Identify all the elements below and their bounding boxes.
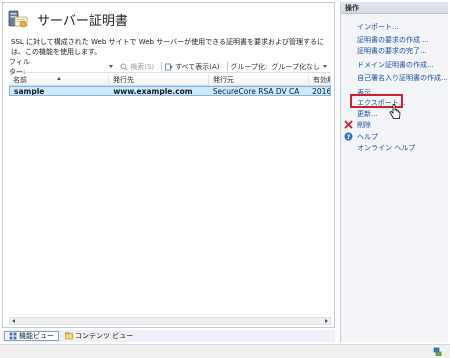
actions-header: 操作 (341, 2, 448, 14)
status-bar (0, 344, 450, 358)
toolbar-separator (161, 62, 163, 71)
tab-features-view[interactable]: 機能ビュー (4, 331, 59, 341)
table-row[interactable]: sample www.example.com SecureCore RSA DV… (9, 86, 331, 96)
cell-issued-by: SecureCore RSA DV CA (212, 87, 300, 95)
chevron-down-icon (109, 65, 114, 68)
sort-ascending-icon (57, 77, 61, 80)
scroll-right-icon[interactable] (325, 319, 328, 323)
server-certificate-icon (7, 8, 29, 30)
hand-cursor-icon (389, 103, 401, 120)
show-all-icon (165, 63, 174, 71)
chevron-down-icon (323, 65, 327, 68)
actions-pane: 操作 インポート... 証明書の要求の作成 ... 証明書の要求の完了... ド… (340, 2, 448, 342)
page-title: サーバー証明書 (37, 13, 128, 29)
certificates-table: 名前 発行先 発行元 有効期 sample www.example.com Se… (9, 75, 331, 96)
filter-input[interactable] (32, 62, 109, 71)
main-pane: サーバー証明書 SSL に対して構成された Web サイトで Web サーバーが… (2, 2, 335, 328)
action-complete-request[interactable]: 証明書の要求の完了... (357, 46, 427, 56)
action-delete[interactable]: 削除 (357, 120, 371, 130)
tab-content-view[interactable]: コンテンツ ビュー (61, 331, 137, 341)
column-header-name[interactable]: 名前 (9, 75, 109, 85)
group-by-dropdown[interactable]: グループ化なし (271, 62, 327, 72)
action-create-self-signed[interactable]: 自己署名入り証明書の作成... (357, 73, 448, 83)
column-header-issued-to[interactable]: 発行先 (109, 75, 209, 85)
view-tabs: 機能ビュー コンテンツ ビュー (2, 330, 335, 342)
cell-expiration: 2016/0 (312, 87, 330, 95)
action-renew[interactable]: 更新... (357, 109, 378, 119)
action-create-request[interactable]: 証明書の要求の作成 ... (357, 35, 429, 45)
scroll-left-icon[interactable] (12, 319, 15, 323)
filter-dropdown-button[interactable] (109, 65, 116, 68)
action-online-help[interactable]: オンライン ヘルプ (357, 143, 415, 153)
content-view-icon (65, 332, 73, 340)
search-button[interactable]: 検索(S) (120, 62, 154, 72)
delete-icon (344, 120, 353, 129)
toolbar-separator (226, 62, 228, 71)
action-help[interactable]: ヘルプ (357, 132, 378, 142)
help-icon: ? (344, 132, 353, 141)
column-header-expiration[interactable]: 有効期 (309, 75, 331, 85)
features-view-icon (9, 332, 17, 340)
action-import[interactable]: インポート... (357, 22, 399, 32)
network-status-icon (433, 347, 442, 356)
cell-issued-to: www.example.com (113, 87, 193, 95)
search-icon (120, 62, 128, 71)
page-description: SSL に対して構成された Web サイトで Web サーバーが使用できる証明書… (11, 38, 325, 56)
cell-name: sample (14, 87, 45, 95)
show-all-button[interactable]: すべて表示(A) (165, 62, 220, 72)
action-create-domain-certificate[interactable]: ドメイン証明書の作成... (357, 60, 434, 70)
filter-toolbar: フィルター: 検索(S) すべて表示(A) グループ化: グループ化なし (9, 58, 331, 76)
group-by-label: グループ化: (230, 62, 268, 71)
svg-text:?: ? (347, 133, 351, 141)
filter-label: フィルター: (9, 57, 30, 76)
page-header: サーバー証明書 (7, 7, 327, 31)
table-header-row: 名前 発行先 発行元 有効期 (9, 75, 331, 86)
horizontal-scrollbar[interactable] (9, 317, 331, 325)
column-header-issued-by[interactable]: 発行元 (209, 75, 309, 85)
